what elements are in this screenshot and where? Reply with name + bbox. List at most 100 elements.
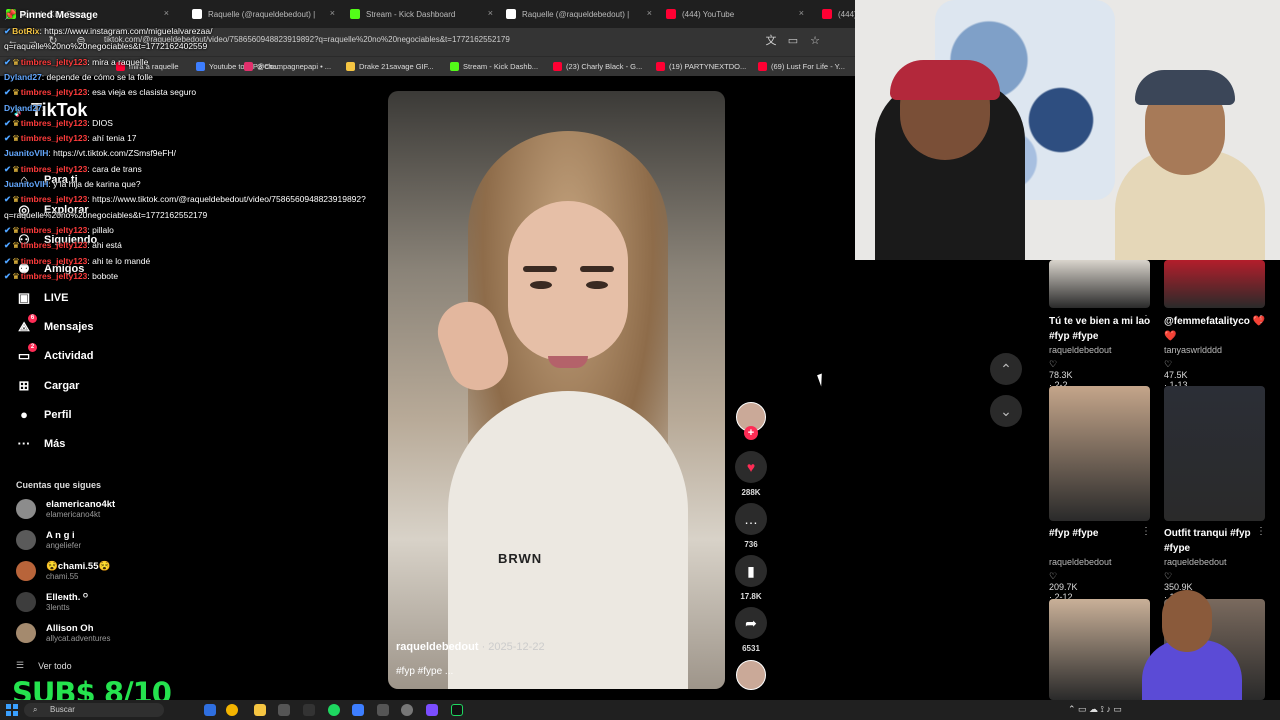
video-card-author[interactable]: tanyaswrldddd <box>1164 345 1222 355</box>
video-thumbnail[interactable] <box>1049 260 1150 308</box>
tab-close-icon[interactable]: × <box>488 8 493 18</box>
nav-label: Actividad <box>44 350 94 362</box>
following-account[interactable]: elamericano4kt elamericano4kt <box>16 497 115 521</box>
notification-badge: 6 <box>28 314 37 323</box>
chat-username[interactable]: timbres_jelty123 <box>21 271 88 281</box>
settings-icon[interactable] <box>377 704 389 716</box>
chat-username[interactable]: timbres_jelty123 <box>21 133 88 143</box>
verified-check-icon: ✔ <box>4 133 12 144</box>
following-account[interactable]: A n g i angeliefer <box>16 528 81 552</box>
tab-label: (444) YouTube <box>682 9 735 19</box>
follow-plus-button[interactable]: + <box>744 426 758 440</box>
browser-tab[interactable]: Raquelle (@raqueldebedout) | × <box>500 4 658 24</box>
video-card-title[interactable]: Tú te ve bien a mi lao #fyp #fype <box>1049 314 1154 344</box>
account-text: A n g i angeliefer <box>46 530 81 551</box>
video-thumbnail[interactable] <box>1049 386 1150 521</box>
tab-label: Raquelle (@raqueldebedout) | <box>522 9 630 19</box>
following-account[interactable]: 😵chami.55😵 chami.55 <box>16 559 110 583</box>
terminal-icon[interactable] <box>451 704 463 716</box>
nav-item-live[interactable]: ▣ LIVE <box>16 288 69 308</box>
video-thumbnail[interactable] <box>1164 386 1265 521</box>
system-tray[interactable]: ⌃ ▭ ☁ ⟟ ♪ ▭ <box>1068 704 1122 715</box>
crown-icon: ♛ <box>12 133 20 144</box>
more-options-icon[interactable]: ⋮ <box>1256 526 1266 537</box>
comment-button[interactable]: … <box>735 503 767 535</box>
more-options-icon[interactable]: ⋮ <box>1141 526 1151 537</box>
notepad-icon[interactable] <box>278 704 290 716</box>
bookmark-item[interactable]: (19) PARTYNEXTDO... <box>656 62 746 71</box>
file-explorer-icon[interactable] <box>254 704 266 716</box>
comment-count: 736 <box>744 540 758 549</box>
video-player[interactable]: BRWN raqueldebedout · 2025-12-22 #fyp #f… <box>388 91 725 689</box>
app-icon[interactable] <box>352 704 364 716</box>
tab-close-icon[interactable]: × <box>647 8 652 18</box>
nav-item-cargar[interactable]: ⊞ Cargar <box>16 376 80 396</box>
taskbar-search[interactable]: ⌕ Buscar <box>24 703 164 717</box>
chat-username[interactable]: timbres_jelty123 <box>21 256 88 266</box>
bookmark-item[interactable]: (69) Lust For Life - Y... <box>758 62 845 71</box>
crown-icon: ♛ <box>12 56 20 67</box>
chat-username[interactable]: timbres_jelty123 <box>21 194 88 204</box>
bookmark-button[interactable]: ▮ <box>735 555 767 587</box>
discord-icon[interactable] <box>426 704 438 716</box>
chat-text: mira a raquelle <box>92 56 149 67</box>
next-video-button[interactable]: ⌄ <box>990 395 1022 427</box>
chat-username[interactable]: timbres_jelty123 <box>21 225 88 235</box>
nav-item-perfil[interactable]: ● Perfil <box>16 405 71 425</box>
chat-message: ✔♛timbres_jelty123: ahi te lo mandé <box>4 256 150 267</box>
video-caption[interactable]: #fyp #fype ... <box>396 666 453 677</box>
tab-close-icon[interactable]: × <box>799 8 804 18</box>
sound-disc-avatar[interactable] <box>736 660 766 690</box>
chat-username[interactable]: timbres_jelty123 <box>21 164 88 174</box>
chat-username[interactable]: Dyland27 <box>4 72 42 82</box>
bookmark-favicon-icon <box>450 62 459 71</box>
nav-item-mensajes[interactable]: ⟁ 6 Mensajes <box>16 314 94 337</box>
crown-icon: ♛ <box>12 117 20 128</box>
chat-separator: : <box>41 102 45 113</box>
chat-message: ✔♛timbres_jelty123: esa vieja es clasist… <box>4 87 196 98</box>
bookmark-star-icon[interactable]: ☆ <box>808 34 822 48</box>
bookmark-favicon-icon <box>758 62 767 71</box>
video-card-title[interactable]: Outfit tranqui #fyp #fype <box>1164 526 1269 556</box>
teams-icon[interactable] <box>204 704 216 716</box>
video-thumbnail[interactable] <box>1164 260 1265 308</box>
see-all-button[interactable]: ☰ Ver todo <box>16 660 72 671</box>
video-card-author[interactable]: raqueldebedout <box>1049 557 1112 567</box>
chat-username[interactable]: Dyland27 <box>4 103 42 113</box>
following-account[interactable]: Elleɴth. ᴼ 3lentts <box>16 590 88 614</box>
shirt-text: BRWN <box>498 551 543 566</box>
chat-username[interactable]: timbres_jelty123 <box>21 118 88 128</box>
chat-username[interactable]: JuanitoVIH <box>4 148 48 158</box>
capcut-icon[interactable] <box>303 704 315 716</box>
translate-icon[interactable]: 文 <box>764 34 778 48</box>
browser-tab[interactable]: (444) YouTube × <box>660 4 810 24</box>
chat-username[interactable]: JuanitoVIH <box>4 179 48 189</box>
nav-item-actividad[interactable]: ▭ 2 Actividad <box>16 343 94 366</box>
video-card-title[interactable]: #fyp #fype <box>1049 526 1154 541</box>
nav-item-más[interactable]: ··· Más <box>16 434 66 454</box>
bookmark-item[interactable]: (23) Charly Black - G... <box>553 62 642 71</box>
video-author[interactable]: raqueldebedout · 2025-12-22 <box>396 641 545 653</box>
chrome-icon[interactable] <box>226 704 238 716</box>
chat-message: Dyland27: <box>4 103 44 113</box>
bookmark-item[interactable]: Stream - Kick Dashb... <box>450 62 538 71</box>
following-account[interactable]: Allison Oh allycat.adventures <box>16 621 110 645</box>
chat-username[interactable]: timbres_jelty123 <box>21 57 88 67</box>
cast-icon[interactable]: ▭ <box>786 34 800 48</box>
video-card-author[interactable]: raqueldebedout <box>1164 557 1227 567</box>
more-options-icon[interactable]: ⋮ <box>1141 314 1151 325</box>
windows-start-icon[interactable] <box>6 704 18 716</box>
account-name: elamericano4kt <box>46 498 116 510</box>
previous-video-button[interactable]: ⌃ <box>990 353 1022 385</box>
chat-username[interactable]: timbres_jelty123 <box>21 240 88 250</box>
share-button[interactable]: ➦ <box>735 607 767 639</box>
verified-check-icon: ✔ <box>4 87 12 98</box>
chat-username[interactable]: BotRix <box>12 26 39 36</box>
video-card-author[interactable]: raqueldebedout <box>1049 345 1112 355</box>
spotify-icon[interactable] <box>328 704 340 716</box>
more-options-icon[interactable]: ⋮ <box>1256 314 1266 325</box>
video-card-title[interactable]: @femmefatalityco ❤️❤️ <box>1164 314 1269 344</box>
chat-username[interactable]: timbres_jelty123 <box>21 87 88 97</box>
obs-icon[interactable] <box>401 704 413 716</box>
like-button[interactable]: ♥ <box>735 451 767 483</box>
